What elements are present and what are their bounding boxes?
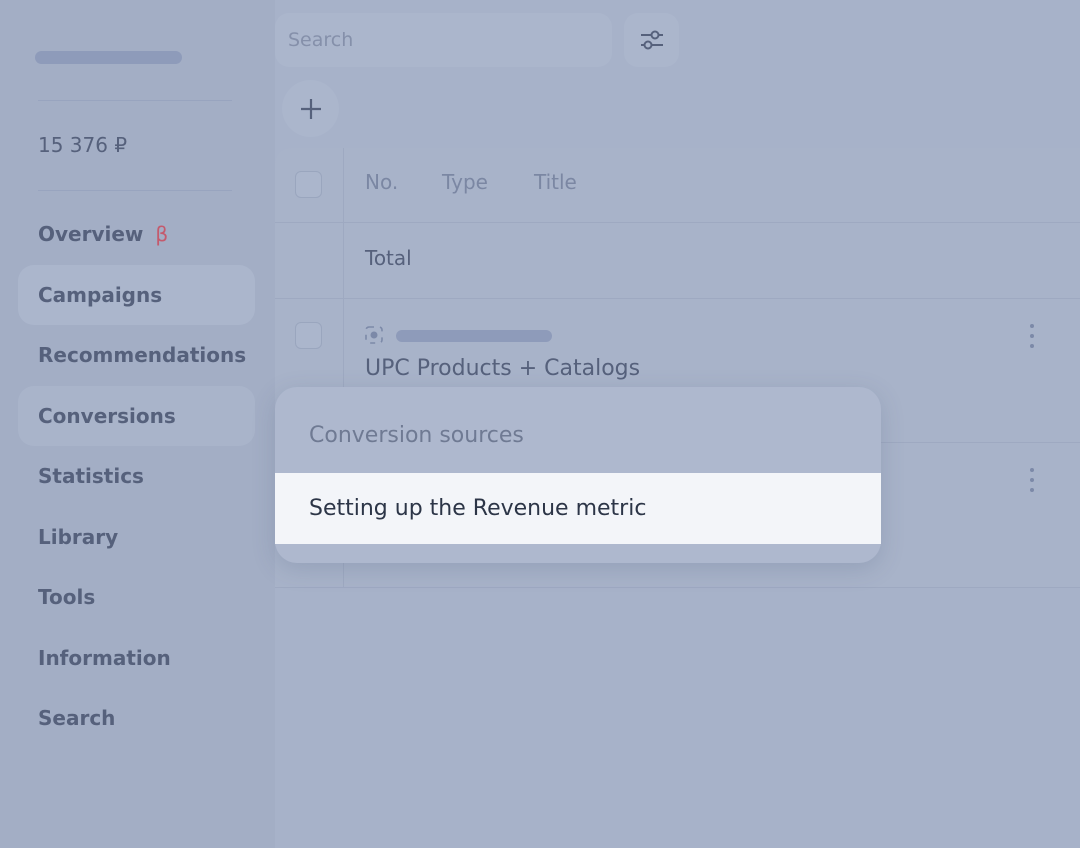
sidebar-item-library[interactable]: Library	[18, 507, 255, 568]
main-nav: Overview β Campaigns Recommendations Con…	[18, 204, 255, 749]
dot	[1030, 488, 1034, 492]
column-header-type[interactable]: Type	[442, 170, 488, 194]
sidebar-item-label: Conversions	[38, 403, 176, 428]
popup-item-conversion-sources[interactable]: Conversion sources	[309, 423, 524, 448]
dot	[1030, 324, 1034, 328]
sidebar-item-label: Information	[38, 645, 171, 670]
target-icon	[365, 326, 383, 344]
sidebar-item-conversions[interactable]: Conversions	[18, 385, 255, 446]
campaign-id-placeholder	[396, 330, 552, 342]
column-header-title[interactable]: Title	[534, 170, 577, 194]
conversions-popup-menu: Conversion sources Setting up the Revenu…	[275, 387, 881, 563]
sidebar-item-recommendations[interactable]: Recommendations	[18, 325, 255, 386]
select-all-checkbox[interactable]	[295, 171, 322, 198]
sidebar-item-label: Library	[38, 524, 119, 549]
sidebar-item-label: Overview	[38, 222, 144, 247]
add-campaign-button[interactable]	[282, 80, 339, 137]
row-divider	[275, 298, 1080, 299]
sidebar-item-tools[interactable]: Tools	[18, 567, 255, 628]
dot	[1030, 334, 1034, 338]
search-input[interactable]	[275, 13, 612, 67]
sidebar-item-statistics[interactable]: Statistics	[18, 446, 255, 507]
popup-item-revenue-metric[interactable]: Setting up the Revenue metric	[275, 473, 881, 544]
filter-button[interactable]	[624, 13, 679, 67]
row-checkbox[interactable]	[295, 322, 322, 349]
total-row-label: Total	[365, 246, 412, 270]
campaign-title[interactable]: UPC Products + Catalogs	[365, 356, 640, 381]
row-divider	[275, 587, 1080, 588]
sidebar-item-label: Tools	[38, 585, 96, 610]
beta-badge: β	[155, 222, 169, 247]
sidebar: 15 376 ₽ Overview β Campaigns Recommenda…	[0, 0, 275, 848]
row-divider	[275, 222, 1080, 223]
dot	[1030, 344, 1034, 348]
sidebar-item-label: Statistics	[38, 464, 144, 489]
sidebar-item-campaigns[interactable]: Campaigns	[18, 264, 255, 325]
column-header-number[interactable]: No.	[365, 170, 398, 194]
row-menu-button[interactable]	[1025, 321, 1039, 351]
sliders-icon	[640, 30, 663, 50]
sidebar-item-label: Recommendations	[38, 343, 247, 368]
dot	[1030, 468, 1034, 472]
divider	[38, 190, 232, 191]
sidebar-item-search[interactable]: Search	[18, 688, 255, 749]
sidebar-item-information[interactable]: Information	[18, 628, 255, 689]
row-menu-button[interactable]	[1025, 465, 1039, 495]
logo-placeholder[interactable]	[35, 51, 182, 64]
divider	[38, 100, 232, 101]
plus-icon	[300, 98, 321, 119]
sidebar-item-label: Search	[38, 706, 116, 731]
account-balance: 15 376 ₽	[38, 133, 128, 157]
sidebar-item-overview[interactable]: Overview β	[18, 204, 255, 265]
dot	[1030, 478, 1034, 482]
sidebar-item-label: Campaigns	[38, 282, 163, 307]
